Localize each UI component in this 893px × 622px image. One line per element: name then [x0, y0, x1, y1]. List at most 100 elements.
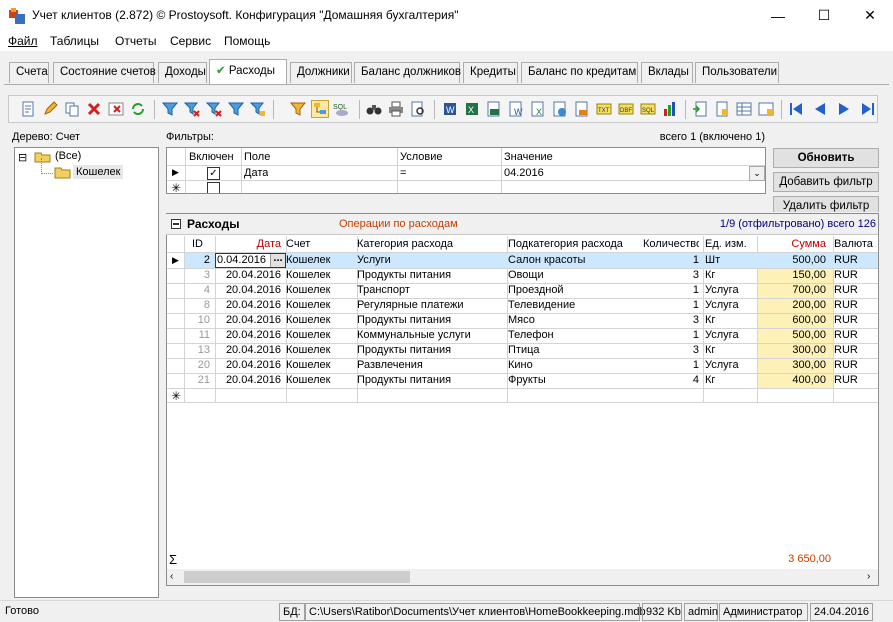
table-row[interactable]: 13 20.04.2016 Кошелек Продукты питания Птица… [167, 343, 878, 358]
table-row[interactable]: 8 20.04.2016 Кошелек Регулярные платежи Теле… [167, 298, 878, 313]
scroll-thumb[interactable] [184, 571, 410, 583]
horizontal-scrollbar[interactable]: ‹ › [167, 569, 878, 585]
maximize-button[interactable]: ☐ [801, 0, 847, 31]
tab-credits[interactable]: Кредиты [463, 62, 518, 83]
separator [685, 100, 686, 119]
last-record-icon[interactable] [859, 100, 877, 118]
collapse-icon[interactable] [171, 219, 181, 229]
funnel-icon[interactable] [289, 100, 307, 118]
header-unit[interactable]: Ед. изм. [705, 237, 753, 252]
svg-text:X: X [468, 105, 474, 115]
delete-icon[interactable] [85, 100, 103, 118]
table-row[interactable]: 4 20.04.2016 Кошелек Транспорт Проездной 1 Усл… [167, 283, 878, 298]
filter-clear-icon[interactable] [183, 100, 201, 118]
export-txt-icon[interactable]: TXT [595, 100, 613, 118]
tab-accounts[interactable]: Счета [9, 62, 49, 83]
new-row-icon: ✳ [171, 181, 182, 194]
header-account[interactable]: Счет [286, 237, 352, 252]
prev-record-icon[interactable] [811, 100, 829, 118]
filter-enabled-checkbox[interactable]: ✓ [207, 167, 220, 180]
tree-expander-icon[interactable]: ⊟ [18, 151, 27, 164]
chevron-down-icon[interactable]: ⌄ [749, 166, 765, 181]
next-record-icon[interactable] [835, 100, 853, 118]
remove-filter-button[interactable]: Удалить фильтр [773, 196, 879, 212]
tab-account-state[interactable]: Состояние счетов [53, 62, 156, 83]
print-icon[interactable] [387, 100, 405, 118]
binoculars-icon[interactable] [365, 100, 383, 118]
filter-field-value[interactable]: Дата [244, 166, 268, 181]
tab-users[interactable]: Пользователи [695, 62, 779, 83]
tab-expenses[interactable]: ✔ Расходы [209, 59, 287, 84]
cell-category: Услуги [357, 254, 391, 266]
sql-icon[interactable]: SQL [333, 100, 351, 118]
export-dbf-icon[interactable]: DBF [617, 100, 635, 118]
table-row[interactable]: 20 20.04.2016 Кошелек Развлечения Кино 1 Услуг… [167, 358, 878, 373]
tab-debtors[interactable]: Должники [290, 62, 352, 83]
filter-edit-icon[interactable] [227, 100, 245, 118]
date-editor[interactable]: 0.04.2016... [215, 253, 286, 268]
close-button[interactable]: ✕ [847, 0, 893, 31]
tab-deposits[interactable]: Вклады [641, 62, 693, 83]
tab-credits-balance[interactable]: Баланс по кредитам [521, 62, 638, 83]
filter-add-icon[interactable] [249, 100, 267, 118]
edit-icon[interactable] [41, 100, 59, 118]
menu-help[interactable]: Помощь [224, 34, 270, 48]
export-html-icon[interactable] [551, 100, 569, 118]
filter-remove-icon[interactable] [205, 100, 223, 118]
minimize-button[interactable]: — [755, 0, 801, 31]
table-settings-icon[interactable] [735, 100, 753, 118]
separator [273, 100, 274, 119]
ellipsis-button[interactable]: ... [270, 253, 285, 267]
table-row[interactable]: 10 20.04.2016 Кошелек Продукты питания Мясо 3… [167, 313, 878, 328]
cell-amount: 300,00 [792, 344, 826, 356]
import-file-icon[interactable] [713, 100, 731, 118]
first-record-icon[interactable] [787, 100, 805, 118]
columns-icon[interactable] [757, 100, 775, 118]
cell-id: 13 [197, 344, 210, 356]
scroll-left-icon[interactable]: ‹ [170, 571, 173, 582]
refresh-icon[interactable] [129, 100, 147, 118]
export-word-icon[interactable]: W [441, 100, 459, 118]
tab-debtors-balance[interactable]: Баланс должников [354, 62, 461, 83]
header-category[interactable]: Категория расхода [357, 237, 502, 252]
import-icon[interactable] [691, 100, 709, 118]
filter-condition-value[interactable]: = [400, 166, 406, 181]
delete-grid-icon[interactable] [107, 100, 125, 118]
header-amount[interactable]: Сумма [758, 237, 826, 252]
export-rtf-icon[interactable]: W [507, 100, 525, 118]
table-row[interactable]: 11 20.04.2016 Кошелек Коммунальные услуги Те… [167, 328, 878, 343]
header-quantity[interactable]: Количество [643, 237, 699, 252]
new-record-icon[interactable] [19, 100, 37, 118]
tree-item-wallet[interactable]: Кошелек [73, 165, 124, 179]
header-id[interactable]: ID [185, 237, 210, 252]
tree-filter-icon[interactable] [311, 100, 329, 118]
cell-currency: RUR [834, 254, 858, 266]
refresh-button[interactable]: Обновить [773, 148, 879, 168]
tree-item-all[interactable]: (Все) [55, 150, 81, 162]
account-tree[interactable]: ⊟ (Все) Кошелек [14, 147, 159, 598]
menu-tables[interactable]: Таблицы [50, 34, 99, 48]
scroll-right-icon[interactable]: › [867, 571, 870, 582]
table-row[interactable]: 3 20.04.2016 Кошелек Продукты питания Овощи 3… [167, 268, 878, 283]
menu-reports[interactable]: Отчеты [115, 34, 156, 48]
copy-icon[interactable] [63, 100, 81, 118]
cell-quantity: 1 [692, 329, 699, 341]
add-filter-button[interactable]: Добавить фильтр [773, 172, 879, 192]
print-preview-icon[interactable] [409, 100, 427, 118]
filter-icon[interactable] [161, 100, 179, 118]
export-excel-icon[interactable]: X [463, 100, 481, 118]
tab-income[interactable]: Доходы [158, 62, 207, 83]
chart-icon[interactable] [661, 100, 679, 118]
cell-account: Кошелек [286, 374, 331, 386]
filter-value-input[interactable]: 04.2016 [504, 166, 544, 181]
menu-file[interactable]: Файл [8, 34, 38, 48]
export-xls-icon[interactable]: X [529, 100, 547, 118]
export-csv-icon[interactable] [485, 100, 503, 118]
table-row[interactable]: 21 20.04.2016 Кошелек Продукты питания Фрукт… [167, 373, 878, 388]
export-sql-icon[interactable]: SQL [639, 100, 657, 118]
header-currency[interactable]: Валюта [834, 237, 874, 252]
menu-service[interactable]: Сервис [170, 34, 211, 48]
new-filter-checkbox[interactable] [207, 182, 220, 193]
header-date[interactable]: Дата [215, 237, 281, 252]
export-xml-icon[interactable] [573, 100, 591, 118]
